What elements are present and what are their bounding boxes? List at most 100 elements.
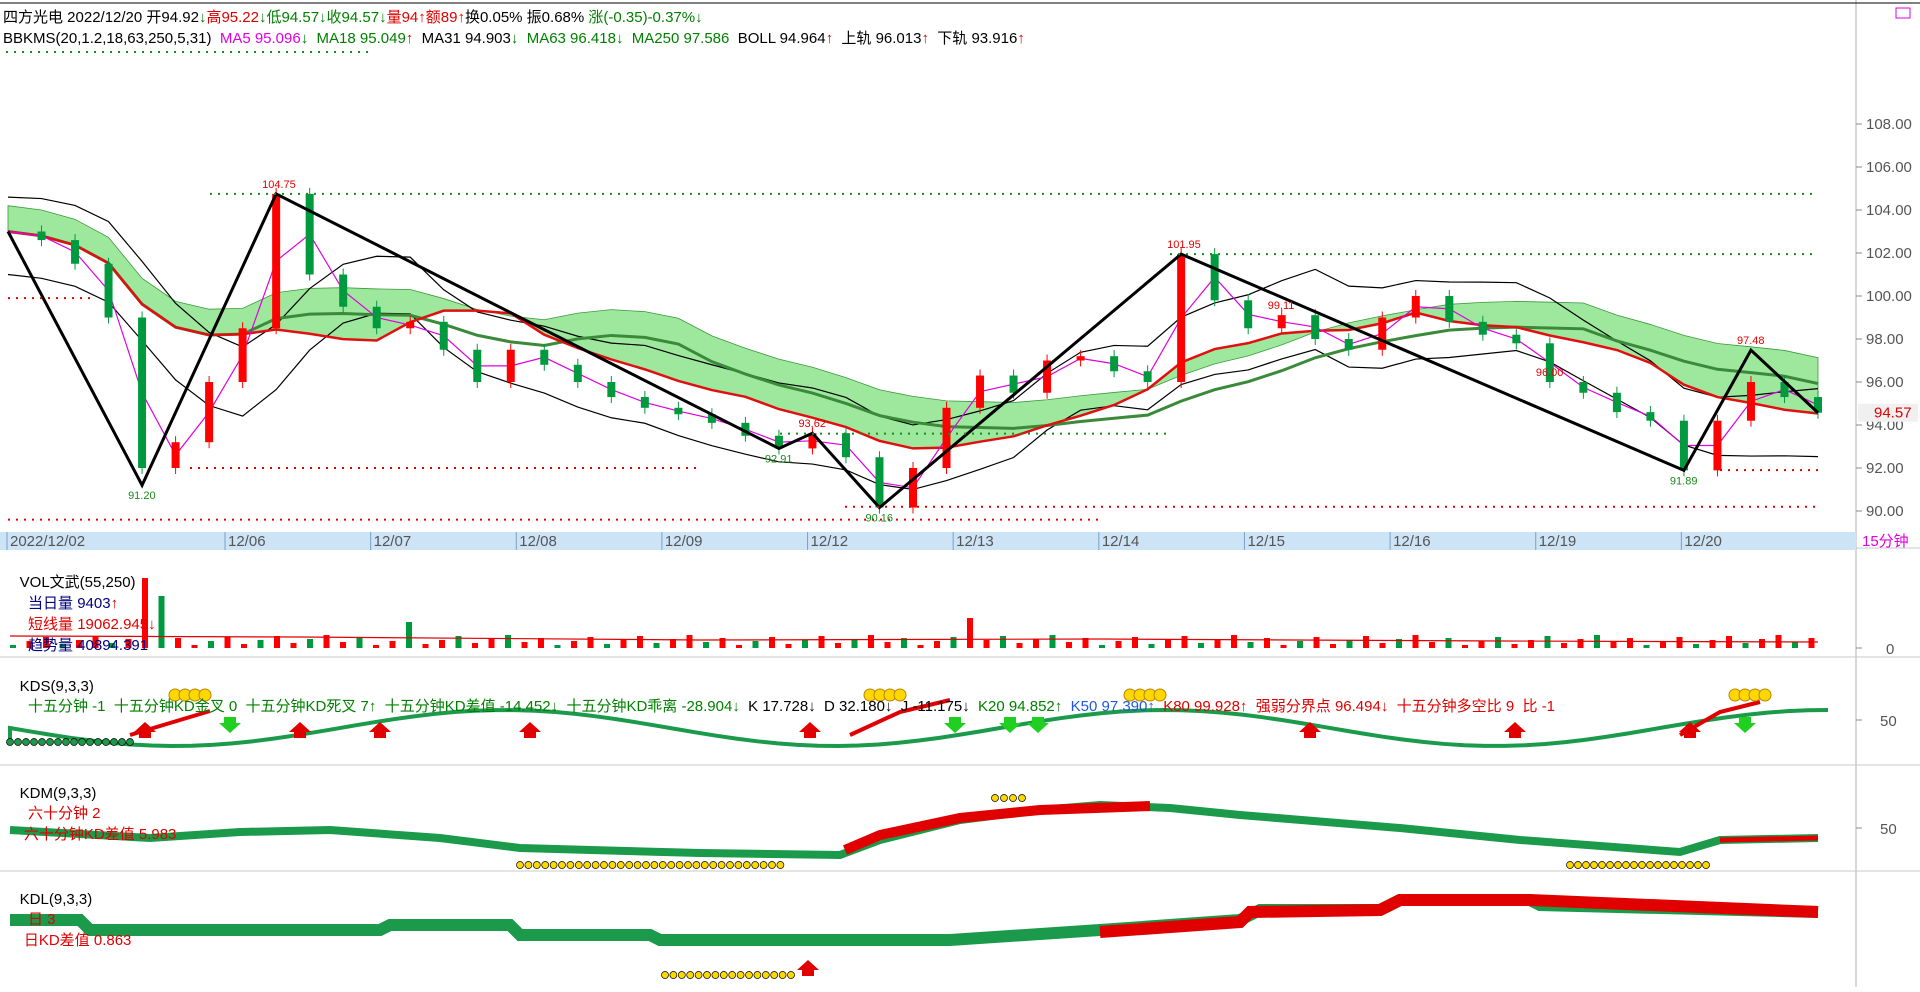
candle-body-40 [1344,339,1353,350]
kdm-top-dot-0 [991,794,999,802]
kdl-dot-7 [719,971,728,979]
kdm-top-dot-1 [1000,794,1008,802]
candle-body-14 [473,349,482,382]
vol-bar-71 [1181,636,1188,648]
indicator-field-14: 下轨 93.916 [928,30,1018,47]
kdm-title: KDM(9,3,3) [19,785,97,802]
kdm-dot-16 [650,861,659,869]
candle-body-17 [573,364,582,382]
vol-bar-90 [1495,637,1501,648]
vol-bar-16 [274,636,280,648]
kds-item-12: 十五分钟多空比 9 [1388,698,1515,715]
candle-body-26 [875,457,884,508]
kds-item-4: 十五分钟KD乖离 -28.904↓ [558,698,740,715]
kds-dot-2 [22,738,30,746]
vol-bar-62 [1033,639,1039,648]
quote-field-13: 振0.68% [522,9,585,26]
kds-dot-5 [46,738,54,746]
vol-bar-32 [538,638,544,648]
quote-field-9: ↑ [418,9,426,26]
kdm-dot-b-7 [1622,861,1630,869]
candle-body-32 [1076,356,1085,361]
candle-body-47 [1579,382,1588,393]
candle-body-12 [406,321,415,329]
kdm-dot-b-3 [1590,861,1598,869]
vol-bar-59 [983,640,990,648]
kdl-dot-6 [711,971,720,979]
vol-bar-66 [1099,645,1105,648]
kds-dot-9 [78,738,86,746]
kdl-header: KDL(9,3,3) 日 3 日KD差值 0.863 [3,874,132,967]
kdl-item-1: 日KD差值 0.863 [23,932,132,949]
vol-bar-75 [1247,642,1254,648]
date-label-7: 12/14 [1102,533,1140,550]
vol-bar-31 [521,642,528,648]
vol-bar-9 [158,596,165,648]
vol-bar-25 [422,644,429,648]
candle-body-16 [540,349,549,365]
price-tick-label-8: 92.00 [1866,460,1904,477]
kds-dot-12 [102,738,110,746]
candle-body-7 [238,328,247,382]
kdm-dot-19 [675,861,684,869]
candle-body-29 [976,375,985,408]
kdl-dot-11 [753,971,762,979]
vol-bar-12 [208,641,214,648]
period-label: 15分钟 [1862,533,1909,550]
kds-item-13: 比 -1 [1514,698,1556,715]
quote-field-5: ↓ [319,9,327,26]
vol-bar-39 [653,643,660,648]
vol-bar-13 [224,637,231,648]
price-annotation-3: 93.62 [798,418,826,430]
date-axis-band [0,532,1856,550]
candle-body-49 [1646,412,1655,421]
candle-body-11 [372,306,381,329]
price-chart[interactable]: 108.00 106.00 104.00 102.00 100.00 98.00 96.00… [0,0,1920,987]
kds-dot-15 [126,738,134,746]
vol-bar-63 [1049,635,1056,648]
candle-body-44 [1478,321,1487,335]
kdm-dot-29 [759,861,768,869]
vol-bar-102 [1693,644,1699,648]
candle-body-35 [1177,254,1186,382]
kdl-dot-2 [677,971,686,979]
kdm-dot-14 [633,861,642,869]
kdm-axis-label: 50 [1880,821,1897,838]
kds-dot-10 [86,738,94,746]
price-annotation-4: 90.16 [865,513,893,525]
price-annotation-2: 92.91 [765,453,793,465]
candle-body-20 [674,407,683,415]
candle-body-48 [1612,392,1621,413]
kdm-dot-27 [742,861,751,869]
kdm-dot-10 [600,861,608,869]
vol-bar-106 [1759,639,1765,648]
kdm-dot-1 [524,861,533,869]
vol-bar-95 [1577,639,1584,648]
kdm-header: KDM(9,3,3) 六十分钟 2 六十分钟KD差值 5.983 [3,768,177,861]
kdm-dot-11 [608,861,617,869]
kdm-top-dot-3 [1018,794,1026,802]
vol-bar-20 [340,642,346,648]
candle-body-28 [942,407,951,468]
vol-axis-label: 0 [1886,641,1894,658]
candle-body-36 [1210,254,1219,301]
kdl-dot-15 [787,971,795,979]
kdm-dot-17 [658,861,667,869]
vol-bar-18 [307,639,313,648]
vol-bar-109 [1808,638,1815,648]
vol-bar-60 [1000,636,1006,648]
kds-item-0: 十五分钟 -1 [19,698,106,715]
vol-bar-94 [1561,643,1567,648]
vol-bar-97 [1610,642,1617,648]
kdm-dot-31 [776,861,785,869]
vol-bar-57 [950,637,957,648]
candle-body-30 [1009,375,1018,393]
kdm-dot-4 [549,861,558,869]
candle-body-34 [1143,371,1152,382]
vol-bar-98 [1627,638,1633,648]
date-label-1: 12/06 [228,533,266,550]
kdl-dot-14 [778,971,787,979]
candle-body-5 [171,442,180,468]
kds-item-7: J -11.175↓ [892,698,970,715]
vol-bar-45 [752,641,759,648]
